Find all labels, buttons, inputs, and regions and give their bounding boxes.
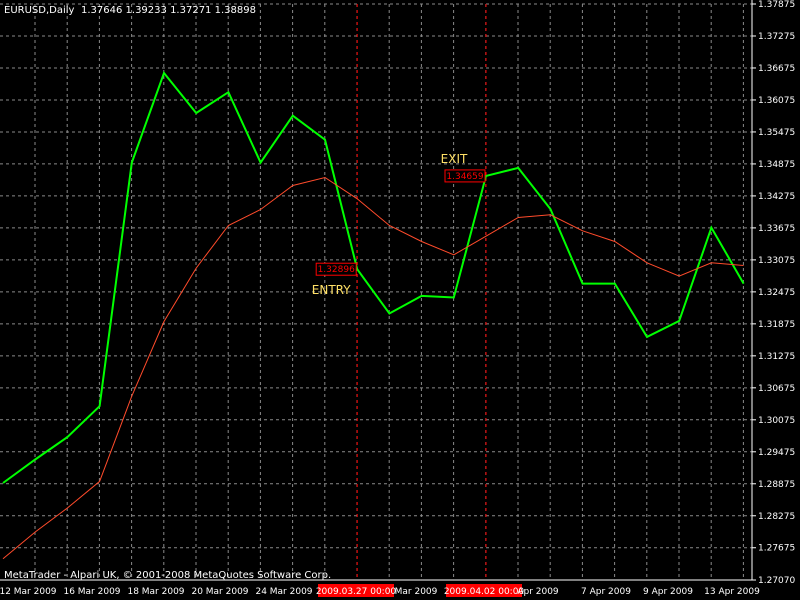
price-box-text-entry: 1.32896 bbox=[318, 265, 355, 275]
chart-background bbox=[0, 0, 800, 600]
y-tick-label: 1.34275 bbox=[758, 192, 795, 202]
x-tick-label: Mar 2009 bbox=[395, 587, 438, 597]
x-tick-label: 16 Mar 2009 bbox=[63, 587, 120, 597]
x-tick-label: 12 Mar 2009 bbox=[0, 587, 57, 597]
y-tick-label: 1.32475 bbox=[758, 288, 795, 298]
y-tick-label: 1.31875 bbox=[758, 320, 795, 330]
y-tick-label: 1.28875 bbox=[758, 480, 795, 490]
x-tick-label: 9 Apr 2009 bbox=[643, 587, 693, 597]
y-tick-label: 1.33075 bbox=[758, 256, 795, 266]
x-tick-label: 7 Apr 2009 bbox=[581, 587, 631, 597]
y-tick-label: 1.29475 bbox=[758, 448, 795, 458]
y-tick-label: 1.27675 bbox=[758, 544, 795, 554]
x-tick-label: 13 Apr 2009 bbox=[704, 587, 760, 597]
annotation-exit: EXIT bbox=[441, 152, 468, 166]
x-tick-label: 20 Mar 2009 bbox=[191, 587, 248, 597]
x-tick-label: 24 Mar 2009 bbox=[255, 587, 312, 597]
y-tick-label: 1.36075 bbox=[758, 96, 795, 106]
ohlc-values: 1.37646 1.39233 1.37271 1.38898 bbox=[81, 5, 256, 16]
y-tick-label: 1.30675 bbox=[758, 384, 795, 394]
y-tick-label: 1.31275 bbox=[758, 352, 795, 362]
y-tick-label: 1.37275 bbox=[758, 32, 795, 42]
price-box-text-exit: 1.34659 bbox=[446, 172, 483, 182]
y-tick-label: 1.28275 bbox=[758, 512, 795, 522]
y-tick-label: 1.36675 bbox=[758, 64, 795, 74]
y-tick-label: 1.30075 bbox=[758, 416, 795, 426]
symbol-label: EURUSD,Daily bbox=[4, 5, 75, 16]
y-tick-label: 1.33675 bbox=[758, 224, 795, 234]
y-tick-label: 1.37875 bbox=[758, 0, 795, 10]
y-tick-label: 1.27070 bbox=[758, 576, 795, 586]
x-tick-label: 2009.03.27 00:00 bbox=[316, 587, 397, 597]
x-tick-label: 18 Mar 2009 bbox=[127, 587, 184, 597]
copyright-text: MetaTrader - Alpari UK, © 2001-2008 Meta… bbox=[4, 570, 331, 581]
chart: 1.32896 ENTRY 1.34659 EXIT 1.37875 1.37275 1.… bbox=[0, 0, 800, 600]
annotation-entry: ENTRY bbox=[312, 283, 351, 297]
x-tick-label: Apr 2009 bbox=[517, 587, 559, 597]
y-tick-label: 1.35475 bbox=[758, 128, 795, 138]
y-tick-label: 1.34875 bbox=[758, 160, 795, 170]
x-tick-label: 2009.04.02 00:00 bbox=[444, 587, 525, 597]
